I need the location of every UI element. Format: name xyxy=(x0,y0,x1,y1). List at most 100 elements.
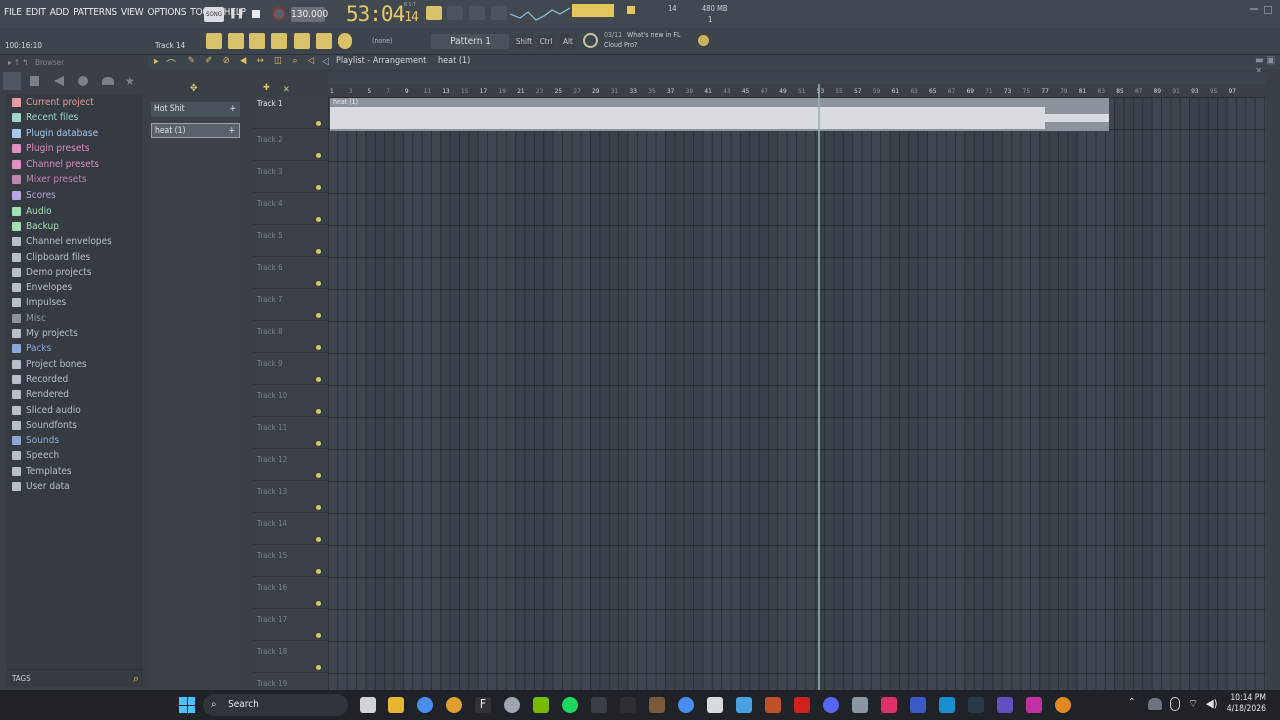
fl-studio-pinned-icon[interactable] xyxy=(1055,697,1071,713)
horizontal-scrollbar[interactable] xyxy=(328,72,1266,84)
windows-start-icon[interactable] xyxy=(179,697,195,713)
onedrive-icon[interactable] xyxy=(1148,698,1162,710)
tag-search-icon[interactable]: ⌕ xyxy=(133,672,139,686)
browser-item[interactable]: Backup xyxy=(12,219,59,233)
chrome-icon[interactable] xyxy=(417,697,433,713)
track-header[interactable]: Track 16 xyxy=(253,577,327,609)
browser-item[interactable]: Soundfonts xyxy=(12,418,77,432)
tempo-display[interactable]: 130.000 xyxy=(291,7,328,22)
track-mute-led[interactable] xyxy=(316,313,321,318)
audio-clip[interactable]: heat (1) xyxy=(330,98,1109,131)
browser-item[interactable]: Plugin presets xyxy=(12,142,90,156)
browser-item[interactable]: Misc xyxy=(12,311,46,325)
track-header[interactable]: Track 13 xyxy=(253,481,327,513)
piano-roll-icon[interactable] xyxy=(228,33,244,49)
track-mute-led[interactable] xyxy=(316,377,321,382)
browser-item[interactable]: Scores xyxy=(12,189,56,203)
system-clock[interactable]: 10:14 PM 4/18/2026 xyxy=(1227,693,1266,715)
shift-button[interactable]: Shift xyxy=(515,34,533,49)
menu-item[interactable]: EDIT xyxy=(26,7,46,18)
browser-item[interactable]: Mixer presets xyxy=(12,173,87,187)
pattern-none-label[interactable]: (none) xyxy=(372,37,393,45)
browser-all-tab-icon[interactable] xyxy=(3,72,21,90)
browser-item[interactable]: Templates xyxy=(12,464,72,478)
plugin-picker-icon[interactable] xyxy=(294,33,310,49)
metronome-icon[interactable] xyxy=(426,6,442,20)
tiktok-icon[interactable] xyxy=(881,697,897,713)
playlist-menu-icon[interactable]: ▸ xyxy=(154,56,159,67)
countdown-icon[interactable] xyxy=(491,6,507,20)
notepad-icon[interactable] xyxy=(852,697,868,713)
track-header[interactable]: Track 12 xyxy=(253,449,327,481)
pause-button[interactable]: ❚❚ xyxy=(229,6,244,22)
browser-item[interactable]: User data xyxy=(12,480,70,494)
discord-icon[interactable] xyxy=(823,697,839,713)
epic-games-icon[interactable] xyxy=(591,697,607,713)
magnet-icon[interactable]: ⌒ xyxy=(166,56,176,71)
volume-icon[interactable]: ◀) xyxy=(1206,697,1217,710)
pattern-item[interactable]: heat (1) + xyxy=(151,123,240,138)
ctrl-button[interactable]: Ctrl xyxy=(538,34,554,49)
tool-icons[interactable]: ✎ ✐ ⊘ ◀ ↔ ◫ ⌕ ◁ xyxy=(188,56,318,66)
browser-item[interactable]: Speech xyxy=(12,449,59,463)
track-mute-led[interactable] xyxy=(316,409,321,414)
arrow-right-icon[interactable] xyxy=(316,33,332,49)
task-view-icon[interactable] xyxy=(360,697,376,713)
news-line2[interactable]: Cloud Pro? xyxy=(604,41,637,49)
winrar-icon[interactable] xyxy=(765,697,781,713)
news-icon[interactable] xyxy=(583,33,598,48)
pattern-selector[interactable]: Pattern 1 xyxy=(431,34,509,49)
minimize-icon[interactable] xyxy=(1250,8,1258,10)
track-mute-led[interactable] xyxy=(316,633,321,638)
network-icon[interactable]: ⌔ xyxy=(1188,697,1198,711)
browser-item[interactable]: Recorded xyxy=(12,372,68,386)
track-header[interactable]: Track 6 xyxy=(253,257,327,289)
record-button[interactable] xyxy=(272,7,286,21)
browser-item[interactable]: Sliced audio xyxy=(12,403,81,417)
browser-item[interactable]: Channel presets xyxy=(12,157,99,171)
browser-plugins-tab-icon[interactable] xyxy=(78,76,88,86)
track-header[interactable]: Track 3 xyxy=(253,161,327,193)
menu-item[interactable]: OPTIONS xyxy=(147,7,186,18)
track-mute-led[interactable] xyxy=(316,185,321,190)
pattern-add-icon[interactable]: + xyxy=(230,102,236,117)
track-mute-led[interactable] xyxy=(316,217,321,222)
browser-item[interactable]: Audio xyxy=(12,204,52,218)
track-header[interactable]: Track 14 xyxy=(253,513,327,545)
acrobat-icon[interactable] xyxy=(794,697,810,713)
mixer-icon[interactable] xyxy=(271,33,287,49)
spotify-icon[interactable] xyxy=(562,697,578,713)
track-mute-led[interactable] xyxy=(316,153,321,158)
browser-item[interactable]: Project bones xyxy=(12,357,87,371)
nvidia-icon[interactable] xyxy=(533,697,549,713)
tray-chevron-icon[interactable]: ⌃ xyxy=(1128,697,1136,708)
track-mute-led[interactable] xyxy=(316,537,321,542)
track-header[interactable]: Track 11 xyxy=(253,417,327,449)
browser-item[interactable]: Demo projects xyxy=(12,265,91,279)
maximize-icon[interactable] xyxy=(1264,6,1272,14)
add-track-icon[interactable]: ✚ xyxy=(263,83,270,93)
playhead[interactable] xyxy=(818,84,820,690)
menu-item[interactable]: ADD xyxy=(50,7,70,18)
collapse-icon[interactable]: ◁ xyxy=(322,56,329,67)
chrome-profile-icon[interactable] xyxy=(678,697,694,713)
menu-item[interactable]: VIEW xyxy=(121,7,144,18)
browser-item[interactable]: Packs xyxy=(12,342,51,356)
stop-button[interactable] xyxy=(252,10,260,18)
pattern-add-icon[interactable]: + xyxy=(229,124,235,139)
step-edit-icon[interactable] xyxy=(447,6,463,20)
cloud-icon[interactable] xyxy=(102,77,114,85)
track-header[interactable]: Track 10 xyxy=(253,385,327,417)
capcut-icon[interactable] xyxy=(620,697,636,713)
track-mute-led[interactable] xyxy=(316,665,321,670)
microphone-icon[interactable] xyxy=(338,33,352,49)
browser-nav-icon[interactable]: ▸ ↑ ↰ xyxy=(8,58,28,67)
browser-item[interactable]: Rendered xyxy=(12,388,69,402)
channel-rack-icon[interactable] xyxy=(249,33,265,49)
app-window-icon[interactable] xyxy=(707,697,723,713)
browser-item[interactable]: Plugin database xyxy=(12,126,98,140)
track-header[interactable]: Track 8 xyxy=(253,321,327,353)
fl-studio-taskbar-icon[interactable] xyxy=(446,697,462,713)
app-f-icon[interactable]: F xyxy=(475,697,491,713)
track-mute-led[interactable] xyxy=(316,281,321,286)
